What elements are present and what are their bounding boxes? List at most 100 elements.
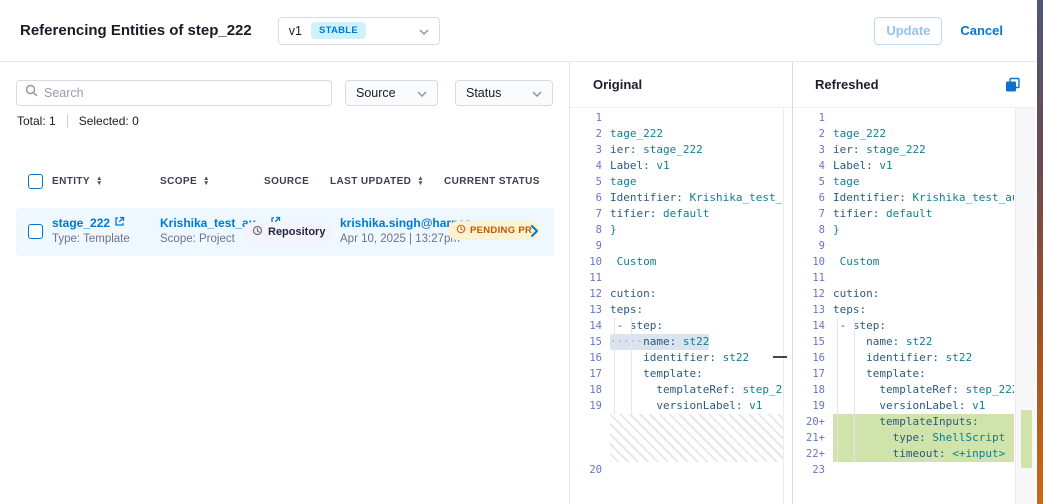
- code-line: 5tage: [799, 174, 1014, 190]
- code-line: 4Label: v1: [576, 158, 783, 174]
- code-line: 11: [576, 270, 783, 286]
- status-filter-label: Status: [466, 86, 501, 100]
- totals-bar: Total: 1 Selected: 0: [17, 114, 139, 128]
- page-edge-accent: [1037, 0, 1043, 504]
- original-pane: Original 12tage_2223ier: stage_2224Label…: [570, 62, 793, 504]
- original-pane-header: Original: [570, 62, 792, 108]
- selected-count: Selected: 0: [79, 114, 139, 128]
- code-line: 9: [799, 238, 1014, 254]
- code-line: 22+ timeout: <+input>: [799, 446, 1014, 462]
- indent-guide: [631, 318, 632, 414]
- column-source: SOURCE: [264, 176, 309, 187]
- source-pill: Repository: [243, 222, 334, 242]
- sort-icon[interactable]: ▲▼: [96, 177, 103, 186]
- indent-guide: [614, 318, 615, 414]
- code-line: 20: [576, 462, 783, 478]
- scrollbar-track[interactable]: [783, 108, 784, 504]
- chevron-down-icon: [532, 86, 542, 100]
- referencing-entities-drawer: Referencing Entities of step_222 v1 STAB…: [0, 0, 1043, 504]
- chevron-down-icon: [417, 86, 427, 100]
- version-select[interactable]: v1 STABLE: [278, 17, 440, 45]
- version-label: v1: [289, 24, 302, 38]
- entity-cell: stage_222 Type: Template: [52, 216, 130, 245]
- yaml-diff-section: Original 12tage_2223ier: stage_2224Label…: [570, 62, 1043, 504]
- code-line: 10 Custom: [576, 254, 783, 270]
- code-line: 13teps:: [576, 302, 783, 318]
- original-title: Original: [593, 77, 642, 92]
- refreshed-pane-header: Refreshed: [793, 62, 1035, 108]
- code-line: 13teps:: [799, 302, 1014, 318]
- code-line: 9: [576, 238, 783, 254]
- table-header: ENTITY ▲▼ SCOPE ▲▼ SOURCE LAST UPDATED ▲…: [16, 174, 554, 196]
- indent-guide: [854, 318, 855, 462]
- code-line: 8}: [576, 222, 783, 238]
- code-line: 15 name: st22: [799, 334, 1014, 350]
- code-line: 16 identifier: st22: [799, 350, 1014, 366]
- code-line: 7tifier: default: [799, 206, 1014, 222]
- overview-added-marker: [1021, 410, 1032, 468]
- sort-icon[interactable]: ▲▼: [417, 177, 424, 186]
- code-line: 3ier: stage_222: [576, 142, 783, 158]
- code-line: 14 - step:: [799, 318, 1014, 334]
- status-filter-dropdown[interactable]: Status: [455, 80, 553, 106]
- code-line: 18 templateRef: step_222: [576, 382, 783, 398]
- refreshed-pane: Refreshed 12tage_2223ier: stage_2224Labe…: [793, 62, 1035, 504]
- stable-badge: STABLE: [311, 22, 366, 39]
- external-link-icon[interactable]: [114, 216, 125, 230]
- code-line: 1: [576, 110, 783, 126]
- column-scope: SCOPE ▲▼: [160, 176, 210, 187]
- code-line: 3ier: stage_222: [799, 142, 1014, 158]
- entities-list-panel: Source Status Total: 1 Selected: 0 ENTIT…: [0, 62, 570, 504]
- code-line: 20+ templateInputs:: [799, 414, 1014, 430]
- code-line: 14 - step:: [576, 318, 783, 334]
- refreshed-title: Refreshed: [815, 77, 879, 92]
- indent-guide: [837, 318, 838, 462]
- code-line: 1: [799, 110, 1014, 126]
- top-bar: Referencing Entities of step_222 v1 STAB…: [0, 0, 1043, 62]
- diff-collapsed-region: [610, 414, 783, 462]
- code-line: 2tage_222: [799, 126, 1014, 142]
- cancel-button[interactable]: Cancel: [960, 23, 1003, 38]
- code-line: 4Label: v1: [799, 158, 1014, 174]
- code-line: 16 identifier: st22: [576, 350, 783, 366]
- code-line: 19 versionLabel: v1: [576, 398, 783, 414]
- code-line: 12cution:: [576, 286, 783, 302]
- code-line: 10 Custom: [799, 254, 1014, 270]
- search-icon: [25, 84, 38, 102]
- code-line: 12cution:: [799, 286, 1014, 302]
- source-filter-dropdown[interactable]: Source: [345, 80, 438, 106]
- total-count: Total: 1: [17, 114, 56, 128]
- code-line: 6Identifier: Krishika_test_aut: [576, 190, 783, 206]
- column-last-updated: LAST UPDATED ▲▼: [330, 176, 424, 187]
- code-line: 17 template:: [576, 366, 783, 382]
- copy-icon[interactable]: [1005, 77, 1021, 93]
- column-current-status: CURRENT STATUS: [444, 176, 540, 187]
- search-input[interactable]: [44, 86, 323, 100]
- overview-ruler[interactable]: [1015, 108, 1035, 504]
- search-box: [16, 80, 332, 106]
- code-line: 8}: [799, 222, 1014, 238]
- page-title: Referencing Entities of step_222: [20, 22, 252, 39]
- row-checkbox[interactable]: [28, 224, 43, 239]
- select-all-checkbox[interactable]: [28, 174, 43, 189]
- code-line: 19 versionLabel: v1: [799, 398, 1014, 414]
- entity-type: Type: Template: [52, 233, 130, 245]
- code-line: 23: [799, 462, 1014, 478]
- refreshed-code: 12tage_2223ier: stage_2224Label: v15tage…: [793, 108, 1014, 504]
- diff-position-marker: [773, 356, 787, 358]
- chevron-down-icon: [419, 22, 429, 40]
- divider: [67, 114, 68, 128]
- code-line: 17 template:: [799, 366, 1014, 382]
- sort-icon[interactable]: ▲▼: [203, 177, 210, 186]
- original-code: 12tage_2223ier: stage_2224Label: v15tage…: [570, 108, 783, 504]
- code-line: 6Identifier: Krishika_test_aut: [799, 190, 1014, 206]
- entity-link[interactable]: stage_222: [52, 216, 130, 230]
- update-button[interactable]: Update: [874, 17, 942, 45]
- clock-icon: [456, 224, 466, 237]
- expand-row-chevron[interactable]: [530, 224, 539, 243]
- code-line: 11: [799, 270, 1014, 286]
- status-badge: PENDING PR: [448, 221, 540, 240]
- column-entity: ENTITY ▲▼: [52, 176, 103, 187]
- table-row[interactable]: stage_222 Type: Template Krishika_test_a…: [16, 208, 554, 256]
- repository-icon: [252, 225, 263, 239]
